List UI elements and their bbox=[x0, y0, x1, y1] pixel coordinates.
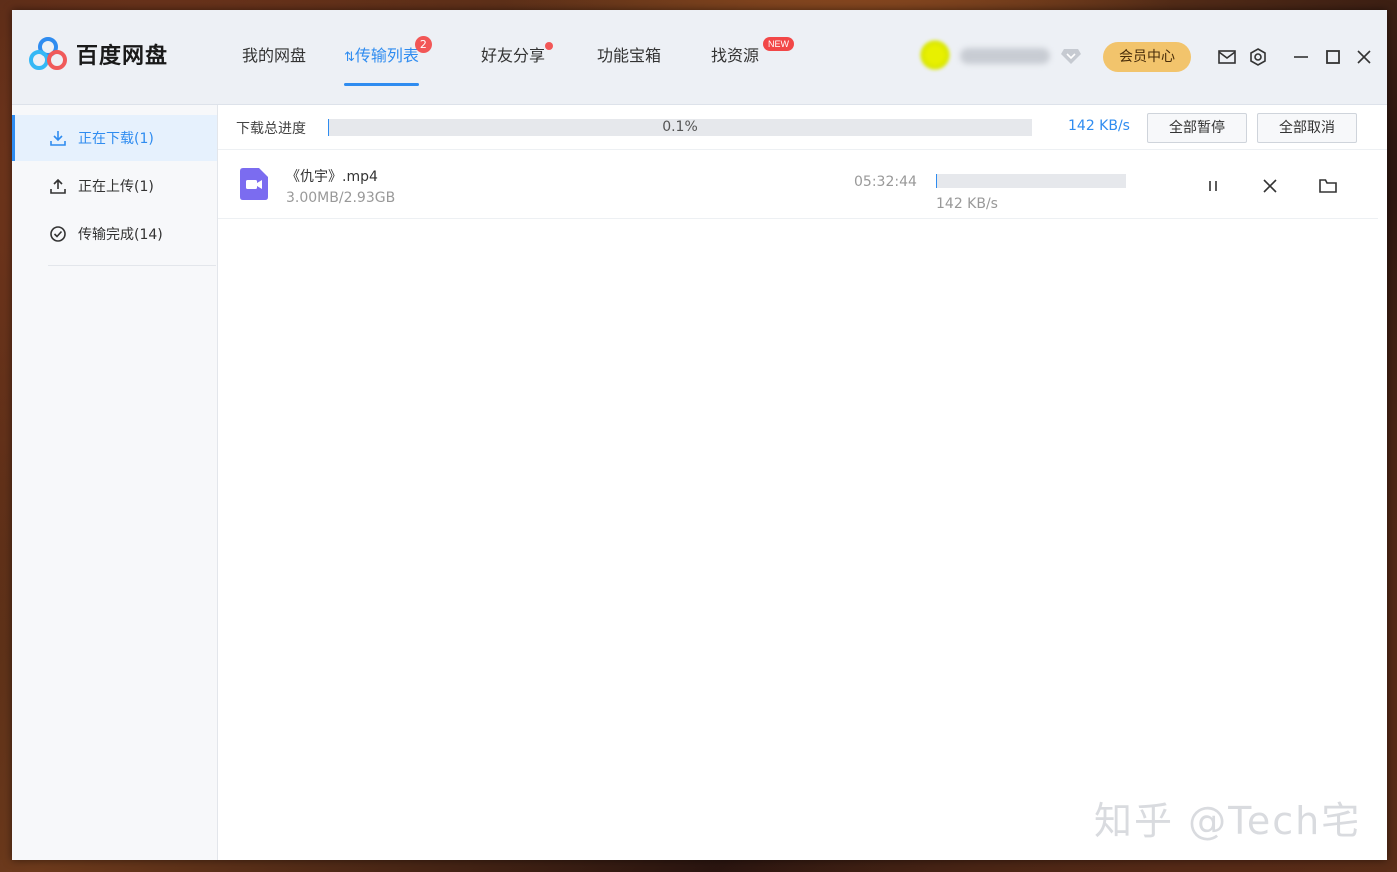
folder-icon[interactable] bbox=[1318, 176, 1338, 196]
settings-icon[interactable] bbox=[1248, 47, 1268, 67]
tab-transfer-list[interactable]: ⇅传输列表 2 bbox=[344, 36, 432, 86]
time-remaining: 05:32:44 bbox=[854, 174, 917, 190]
sidebar-item-label: 传输完成(14) bbox=[78, 227, 163, 243]
watermark: 知乎 @Tech宅 bbox=[1094, 799, 1362, 843]
sidebar: 正在下载(1) 正在上传(1) 传输完成(14) bbox=[12, 105, 218, 860]
sidebar-item-uploading[interactable]: 正在上传(1) bbox=[12, 163, 217, 209]
sidebar-item-label: 正在上传(1) bbox=[78, 179, 154, 195]
sidebar-item-completed[interactable]: 传输完成(14) bbox=[12, 211, 217, 257]
tab-label: 找资源 bbox=[711, 46, 760, 65]
header: 百度网盘 我的网盘 ⇅传输列表 2 好友分享 功能宝箱 找资源 NEW 会员中心 bbox=[12, 10, 1387, 105]
username-blurred[interactable] bbox=[960, 48, 1050, 64]
check-circle-icon bbox=[48, 224, 68, 244]
app-window: 百度网盘 我的网盘 ⇅传输列表 2 好友分享 功能宝箱 找资源 NEW 会员中心… bbox=[12, 10, 1387, 860]
total-progress-bar-area: 下载总进度 0.1% 142 KB/s 全部暂停 全部取消 bbox=[218, 105, 1387, 150]
maximize-icon[interactable] bbox=[1323, 47, 1343, 67]
file-speed: 142 KB/s bbox=[936, 196, 998, 212]
app-logo[interactable]: 百度网盘 bbox=[28, 36, 188, 72]
pause-icon[interactable] bbox=[1203, 176, 1223, 196]
minimize-icon[interactable] bbox=[1291, 47, 1311, 67]
tab-my-netdisk[interactable]: 我的网盘 bbox=[242, 44, 306, 74]
tab-toolbox[interactable]: 功能宝箱 bbox=[597, 44, 661, 74]
tab-label: 传输列表 bbox=[354, 46, 419, 65]
transfer-count-badge: 2 bbox=[414, 36, 432, 53]
upload-icon bbox=[48, 176, 68, 196]
cancel-icon[interactable] bbox=[1260, 176, 1280, 196]
total-progress-percent: 0.1% bbox=[662, 119, 698, 135]
avatar[interactable] bbox=[920, 40, 950, 70]
total-progress-track: 0.1% bbox=[328, 119, 1032, 136]
transfer-arrows-icon: ⇅ bbox=[344, 50, 355, 65]
total-progress-label: 下载总进度 bbox=[236, 121, 306, 137]
diamond-icon[interactable] bbox=[1060, 46, 1082, 66]
sidebar-item-downloading[interactable]: 正在下载(1) bbox=[12, 115, 217, 161]
new-badge: NEW bbox=[763, 37, 795, 51]
file-size: 3.00MB/2.93GB bbox=[286, 190, 396, 206]
app-name: 百度网盘 bbox=[76, 44, 169, 69]
download-list-panel: 下载总进度 0.1% 142 KB/s 全部暂停 全部取消 《仇宇》.mp4 3… bbox=[218, 105, 1387, 860]
cancel-all-button[interactable]: 全部取消 bbox=[1257, 113, 1357, 143]
sidebar-item-label: 正在下载(1) bbox=[78, 131, 154, 147]
mail-icon[interactable] bbox=[1217, 47, 1237, 67]
sidebar-divider bbox=[48, 265, 216, 266]
tab-friend-share[interactable]: 好友分享 bbox=[481, 42, 554, 74]
video-file-icon bbox=[240, 168, 268, 200]
vip-center-button[interactable]: 会员中心 bbox=[1103, 42, 1191, 72]
tab-find-resources[interactable]: 找资源 NEW bbox=[711, 37, 795, 74]
tab-label: 我的网盘 bbox=[242, 46, 307, 65]
total-speed: 142 KB/s bbox=[1068, 118, 1130, 134]
baidu-netdisk-logo-icon bbox=[29, 37, 67, 70]
tab-label: 功能宝箱 bbox=[597, 46, 662, 65]
download-row[interactable]: 《仇宇》.mp4 3.00MB/2.93GB 05:32:44 142 KB/s bbox=[218, 150, 1378, 219]
download-icon bbox=[48, 128, 68, 148]
tab-label: 好友分享 bbox=[481, 46, 546, 65]
close-icon[interactable] bbox=[1354, 47, 1374, 67]
file-progress-track bbox=[936, 174, 1126, 188]
pause-all-button[interactable]: 全部暂停 bbox=[1147, 113, 1247, 143]
notification-dot bbox=[545, 42, 554, 50]
active-tab-underline bbox=[344, 83, 419, 86]
file-name: 《仇宇》.mp4 bbox=[286, 169, 378, 185]
